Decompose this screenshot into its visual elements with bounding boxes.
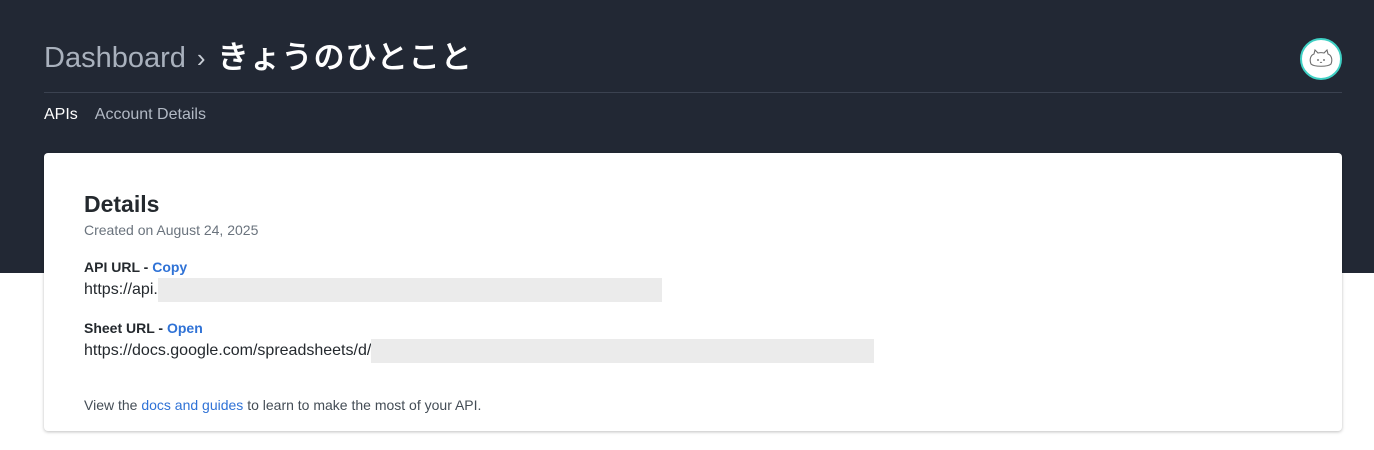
api-url-label: API URL - Copy <box>84 259 187 275</box>
api-url-label-text: API URL - <box>84 259 153 275</box>
footer-suffix: to learn to make the most of your API. <box>243 397 482 413</box>
details-title: Details <box>84 191 160 217</box>
open-sheet-url-link[interactable]: Open <box>167 320 203 336</box>
avatar[interactable] <box>1300 38 1342 80</box>
chevron-right-icon: › <box>196 43 206 73</box>
api-url-text: https://api. <box>84 281 158 298</box>
tab-apis[interactable]: APIs <box>44 106 78 124</box>
sheet-url-label-text: Sheet URL - <box>84 320 167 336</box>
sheet-url-redaction <box>371 339 875 363</box>
sheet-url-text: https://docs.google.com/spreadsheets/d/ <box>84 342 372 359</box>
created-date: Created on August 24, 2025 <box>84 222 259 238</box>
api-url-redaction <box>157 278 662 302</box>
docs-and-guides-link[interactable]: docs and guides <box>141 397 243 413</box>
details-card: Details Created on August 24, 2025 API U… <box>44 153 1342 431</box>
nav-tabs: APIs Account Details <box>44 106 206 124</box>
sheet-url-value: https://docs.google.com/spreadsheets/d/ <box>84 339 875 363</box>
docs-footer: View the docs and guides to learn to mak… <box>84 397 481 413</box>
cat-face-icon <box>1309 49 1333 67</box>
tab-account-details[interactable]: Account Details <box>95 106 206 124</box>
api-url-value: https://api. <box>84 278 662 302</box>
footer-prefix: View the <box>84 397 142 413</box>
sheet-url-label: Sheet URL - Open <box>84 320 203 336</box>
page-header: Dashboard › きょうのひとこと <box>44 34 1342 93</box>
breadcrumb: Dashboard › きょうのひとこと <box>44 40 473 76</box>
page-title: きょうのひとこと <box>217 40 473 75</box>
breadcrumb-dashboard-link[interactable]: Dashboard <box>44 40 186 76</box>
copy-api-url-link[interactable]: Copy <box>152 259 187 275</box>
